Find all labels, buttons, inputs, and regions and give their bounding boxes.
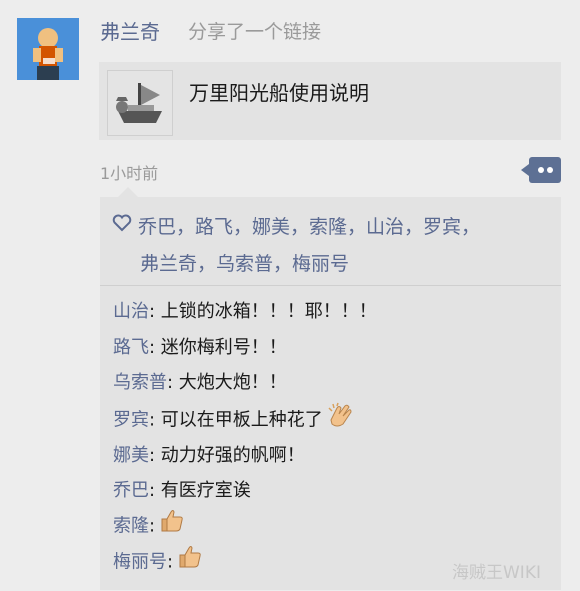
heart-icon [112, 208, 132, 244]
comment-text: : 有医疗室诶 [149, 480, 251, 501]
dot-icon [547, 167, 553, 173]
comment-text: : [149, 515, 156, 537]
comment-text: : 迷你梅利号！！ [149, 337, 287, 358]
comment-text: : 动力好强的帆啊！ [149, 445, 305, 466]
thumbs-up-icon [177, 544, 203, 575]
commenter-name[interactable]: 乔巴 [113, 480, 149, 501]
commenter-name[interactable]: 罗宾 [113, 410, 149, 431]
commenter-name[interactable]: 路飞 [113, 337, 149, 358]
avatar[interactable] [17, 18, 79, 80]
post-timestamp: 1小时前 [100, 164, 159, 183]
comment-text: : [167, 551, 174, 573]
more-actions-button[interactable] [521, 157, 561, 183]
watermark: 海贼王WIKI [452, 563, 541, 583]
commenter-name[interactable]: 乌索普 [113, 372, 167, 393]
interaction-panel: 乔巴，路飞，娜美，索隆，山治，罗宾， 弗兰奇，乌索普，梅丽号 山治: 上锁的冰箱… [100, 187, 561, 590]
dot-icon [538, 167, 544, 173]
comment-text: : 大炮大炮！！ [167, 372, 287, 393]
link-title: 万里阳光船使用说明 [189, 81, 369, 105]
comment-row[interactable]: 罗宾: 可以在甲板上种花了 [113, 402, 355, 436]
panel-tip [118, 187, 138, 197]
share-action-text: 分享了一个链接 [188, 21, 322, 43]
commenter-name[interactable]: 梅丽号 [113, 552, 167, 573]
comment-row[interactable]: 山治: 上锁的冰箱！！！耶！！！ [113, 297, 377, 323]
button-pointer [521, 164, 529, 176]
comment-row[interactable]: 路飞: 迷你梅利号！！ [113, 333, 287, 359]
comment-row[interactable]: 梅丽号: [113, 544, 203, 578]
author-name[interactable]: 弗兰奇 [100, 16, 160, 45]
comment-row[interactable]: 索隆: [113, 508, 185, 542]
divider [100, 285, 561, 286]
commenter-name[interactable]: 索隆 [113, 516, 149, 537]
likes-list: 乔巴，路飞，娜美，索隆，山治，罗宾， 弗兰奇，乌索普，梅丽号 [112, 209, 542, 282]
shared-link-card[interactable]: 万里阳光船使用说明 [99, 62, 561, 140]
likes-line-1[interactable]: 乔巴，路飞，娜美，索隆，山治，罗宾， [138, 216, 480, 238]
comment-row[interactable]: 乌索普: 大炮大炮！！ [113, 368, 287, 394]
commenter-name[interactable]: 娜美 [113, 445, 149, 466]
ship-thumbnail-icon [107, 70, 173, 136]
comment-text: : 可以在甲板上种花了 [149, 409, 323, 431]
comment-row[interactable]: 乔巴: 有医疗室诶 [113, 476, 251, 502]
comment-text: : 上锁的冰箱！！！耶！！！ [149, 301, 377, 322]
clapping-hands-icon [327, 402, 355, 433]
commenter-name[interactable]: 山治 [113, 301, 149, 322]
likes-line-2[interactable]: 弗兰奇，乌索普，梅丽号 [140, 253, 349, 275]
thumbs-up-icon [159, 508, 185, 539]
comment-row[interactable]: 娜美: 动力好强的帆啊！ [113, 441, 305, 467]
